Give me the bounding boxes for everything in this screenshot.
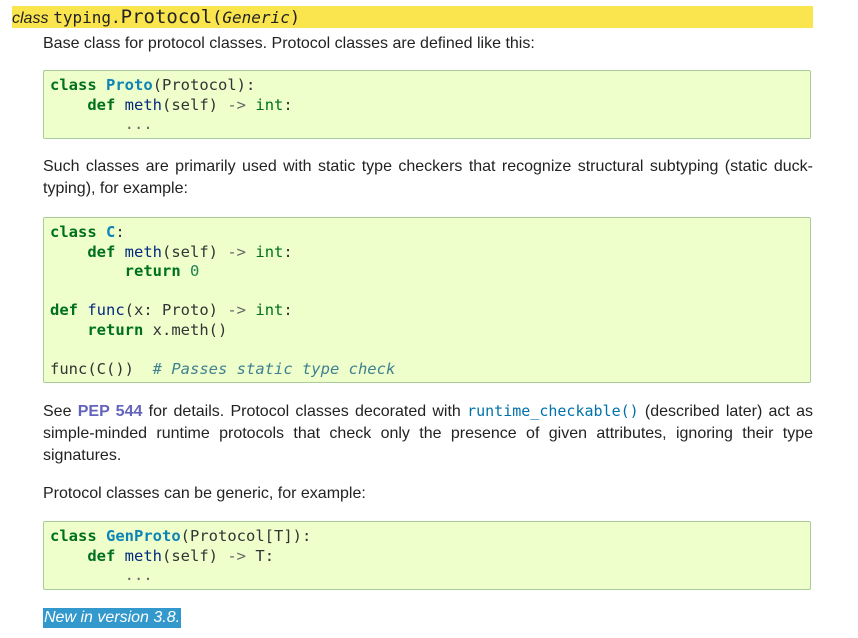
code-block-proto: class Proto(Protocol): def meth(self) ->…: [43, 70, 811, 139]
version-note: New in version 3.8.: [43, 608, 182, 628]
base-class-param: Generic: [222, 8, 290, 27]
code-block-example: class C: def meth(self) -> int: return 0…: [43, 217, 811, 383]
runtime-checkable-link[interactable]: runtime_checkable(): [467, 402, 639, 420]
class-keyword: class: [12, 10, 49, 27]
pep-paragraph: See PEP 544 for details. Protocol classe…: [43, 402, 814, 464]
close-paren: ): [289, 8, 301, 28]
generic-paragraph: Protocol classes can be generic, for exa…: [43, 485, 366, 502]
module-prefix: typing.: [53, 8, 121, 27]
class-name: Protocol: [120, 6, 213, 28]
pep-544-link[interactable]: PEP 544: [78, 403, 143, 420]
structural-subtyping-paragraph: Such classes are primarily used with sta…: [43, 158, 813, 197]
class-signature: class typing.Protocol(Generic): [12, 6, 813, 28]
open-paren: (: [212, 8, 223, 28]
intro-paragraph: Base class for protocol classes. Protoco…: [43, 35, 535, 52]
code-block-genproto: class GenProto(Protocol[T]): def meth(se…: [43, 521, 811, 590]
